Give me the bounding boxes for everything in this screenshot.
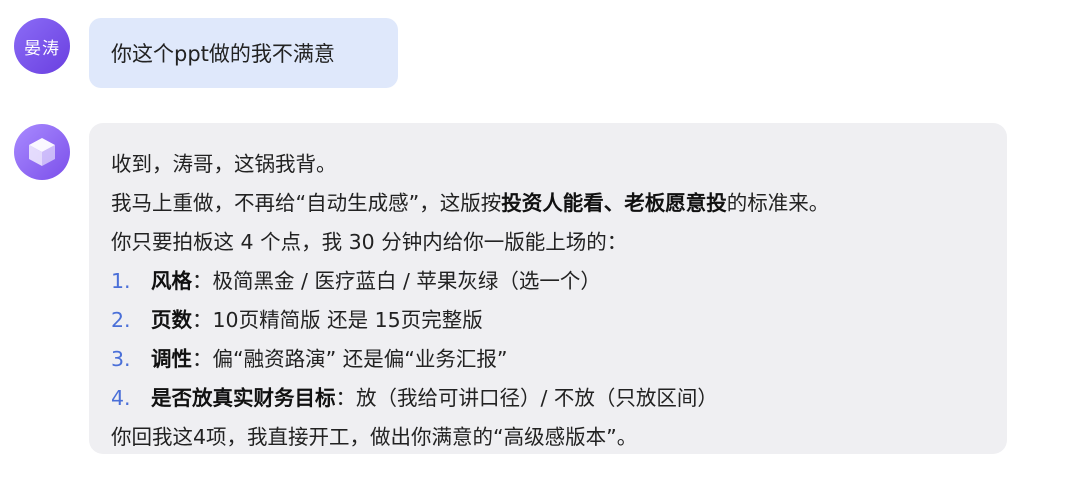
cube-icon (29, 138, 55, 166)
list-item-number: 3. (111, 347, 131, 371)
bot-line-1: 收到，涛哥，这锅我背。 (111, 152, 337, 176)
list-item: 1. 风格：极简黑金 / 医疗蓝白 / 苹果灰绿（选一个） (111, 262, 987, 301)
bot-line-2-text-a: 我马上重做，不再给“自动生成感”，这版按 (111, 191, 502, 215)
bot-message-bubble: 收到，涛哥，这锅我背。 我马上重做，不再给“自动生成感”，这版按投资人能看、老板… (89, 123, 1007, 454)
list-item-number: 1. (111, 269, 131, 293)
user-avatar[interactable]: 晏涛 (14, 18, 70, 74)
list-item-title: 页数 (151, 308, 192, 332)
list-item-title: 调性 (151, 347, 192, 371)
list-item: 2. 页数：10页精简版 还是 15页完整版 (111, 301, 987, 340)
user-message-text: 你这个ppt做的我不满意 (111, 42, 335, 66)
list-item-number: 4. (111, 386, 131, 410)
list-item-text: ：偏“融资路演” 还是偏“业务汇报” (192, 347, 508, 371)
bot-closing-line: 你回我这4项，我直接开工，做出你满意的“高级感版本”。 (111, 425, 638, 449)
list-item: 4. 是否放真实财务目标：放（我给可讲口径）/ 不放（只放区间） (111, 379, 987, 418)
list-item-text: ：10页精简版 还是 15页完整版 (192, 308, 483, 332)
bot-line-2-bold-boss: 老板愿意投 (624, 191, 727, 215)
list-item-text: ：极简黑金 / 医疗蓝白 / 苹果灰绿（选一个） (192, 269, 601, 293)
bot-line-2-text-e: 的标准来。 (726, 191, 830, 215)
list-item-title: 是否放真实财务目标 (151, 386, 336, 410)
list-item-number: 2. (111, 308, 131, 332)
list-item-text: ：放（我给可讲口径）/ 不放（只放区间） (335, 386, 718, 410)
bot-line-2: 我马上重做，不再给“自动生成感”，这版按投资人能看、老板愿意投的标准来。 (111, 184, 987, 223)
list-item-title: 风格 (151, 269, 192, 293)
bot-line-3: 你只要拍板这 4 个点，我 30 分钟内给你一版能上场的： (111, 230, 628, 254)
bot-line-2-bold-investor: 投资人能看 (501, 191, 604, 215)
bot-line-2-separator: 、 (603, 191, 625, 215)
bot-avatar[interactable] (14, 124, 70, 180)
user-avatar-text: 晏涛 (24, 38, 60, 59)
user-message-bubble: 你这个ppt做的我不满意 (89, 18, 398, 88)
list-item: 3. 调性：偏“融资路演” 还是偏“业务汇报” (111, 340, 987, 379)
